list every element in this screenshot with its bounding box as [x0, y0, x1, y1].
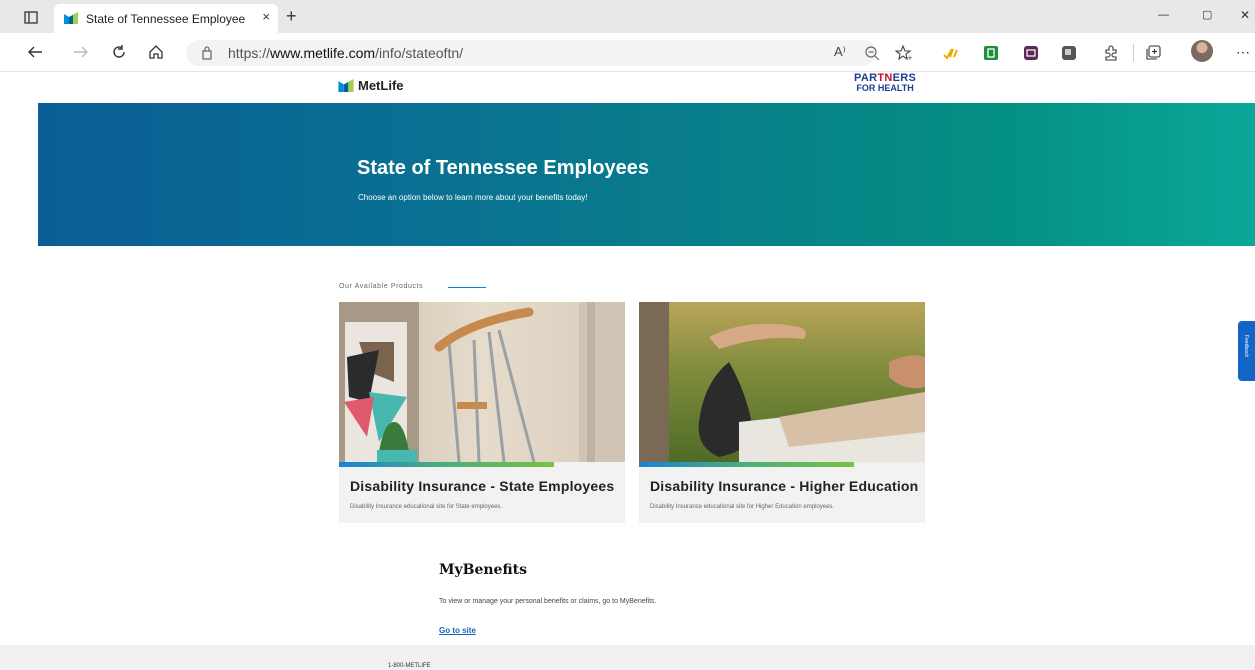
- restore-icon[interactable]: ▢: [1202, 10, 1212, 21]
- refresh-icon[interactable]: [110, 43, 128, 61]
- card-accent-bar: [639, 462, 854, 467]
- card-description: Disability Insurance educational site fo…: [650, 504, 835, 510]
- product-card-state-employees[interactable]: Disability Insurance - State Employees D…: [339, 302, 625, 523]
- collections-icon[interactable]: [1144, 44, 1162, 62]
- toolbar-divider: [1133, 44, 1134, 62]
- hero-title: State of Tennessee Employees: [357, 157, 649, 179]
- metlife-logo-icon: [338, 79, 354, 92]
- extensions-icon[interactable]: [1102, 44, 1120, 62]
- partners-for-health-logo: PARTNERS FOR HEALTH: [854, 72, 917, 94]
- feedback-label: Feedback: [1243, 335, 1249, 357]
- tab-actions-icon[interactable]: [22, 8, 40, 26]
- more-icon[interactable]: ⋯: [1236, 44, 1251, 61]
- product-card-higher-education[interactable]: Disability Insurance - Higher Education …: [639, 302, 925, 523]
- tab-close-icon[interactable]: ×: [262, 9, 270, 24]
- crutches-image: [339, 302, 625, 462]
- card-description: Disability Insurance educational site fo…: [350, 504, 503, 510]
- extension-purple-icon[interactable]: [1022, 44, 1040, 62]
- card-accent-bar: [339, 462, 554, 467]
- back-icon[interactable]: [26, 43, 44, 61]
- stretching-image: [639, 302, 925, 462]
- site-info-icon[interactable]: [201, 46, 213, 60]
- site-header: [0, 72, 1255, 102]
- browser-tab[interactable]: State of Tennessee Employee Ber ×: [54, 4, 278, 33]
- mybenefits-title: MyBenefits: [439, 562, 527, 578]
- minimize-icon[interactable]: —: [1158, 10, 1169, 21]
- hero-subtitle: Choose an option below to learn more abo…: [358, 193, 588, 202]
- metlife-logo[interactable]: MetLife: [338, 78, 404, 93]
- feedback-tab[interactable]: Feedback: [1238, 321, 1255, 381]
- extension-gray-icon[interactable]: [1060, 44, 1078, 62]
- extension-green-icon[interactable]: [982, 44, 1000, 62]
- footer-phone: 1-800-METLIFE: [388, 663, 431, 669]
- page-footer: [0, 645, 1255, 670]
- read-aloud-icon[interactable]: A⁾: [834, 44, 846, 60]
- url-text: https://www.metlife.com/info/stateoftn/: [228, 45, 464, 61]
- zoom-icon[interactable]: [863, 44, 881, 62]
- mybenefits-description: To view or manage your personal benefits…: [439, 598, 657, 605]
- card-title[interactable]: Disability Insurance - Higher Education: [650, 478, 918, 494]
- svg-text:+: +: [907, 54, 913, 61]
- section-divider: [448, 287, 486, 288]
- metlife-logo-text: MetLife: [358, 78, 404, 93]
- tab-title: State of Tennessee Employee Ber: [86, 12, 246, 26]
- metlife-favicon-icon: [64, 12, 78, 24]
- go-to-site-link[interactable]: Go to site: [439, 626, 476, 635]
- new-tab-icon[interactable]: +: [286, 7, 297, 25]
- extension-checklist-icon[interactable]: [942, 44, 960, 62]
- profile-avatar[interactable]: [1191, 40, 1213, 62]
- card-title[interactable]: Disability Insurance - State Employees: [350, 478, 614, 494]
- favorite-icon[interactable]: +: [894, 44, 914, 62]
- forward-icon[interactable]: [72, 43, 90, 61]
- window-close-icon[interactable]: ✕: [1240, 9, 1250, 21]
- products-section-label: Our Available Products: [339, 283, 424, 290]
- address-bar[interactable]: https://www.metlife.com/info/stateoftn/: [186, 40, 876, 66]
- home-icon[interactable]: [147, 43, 165, 61]
